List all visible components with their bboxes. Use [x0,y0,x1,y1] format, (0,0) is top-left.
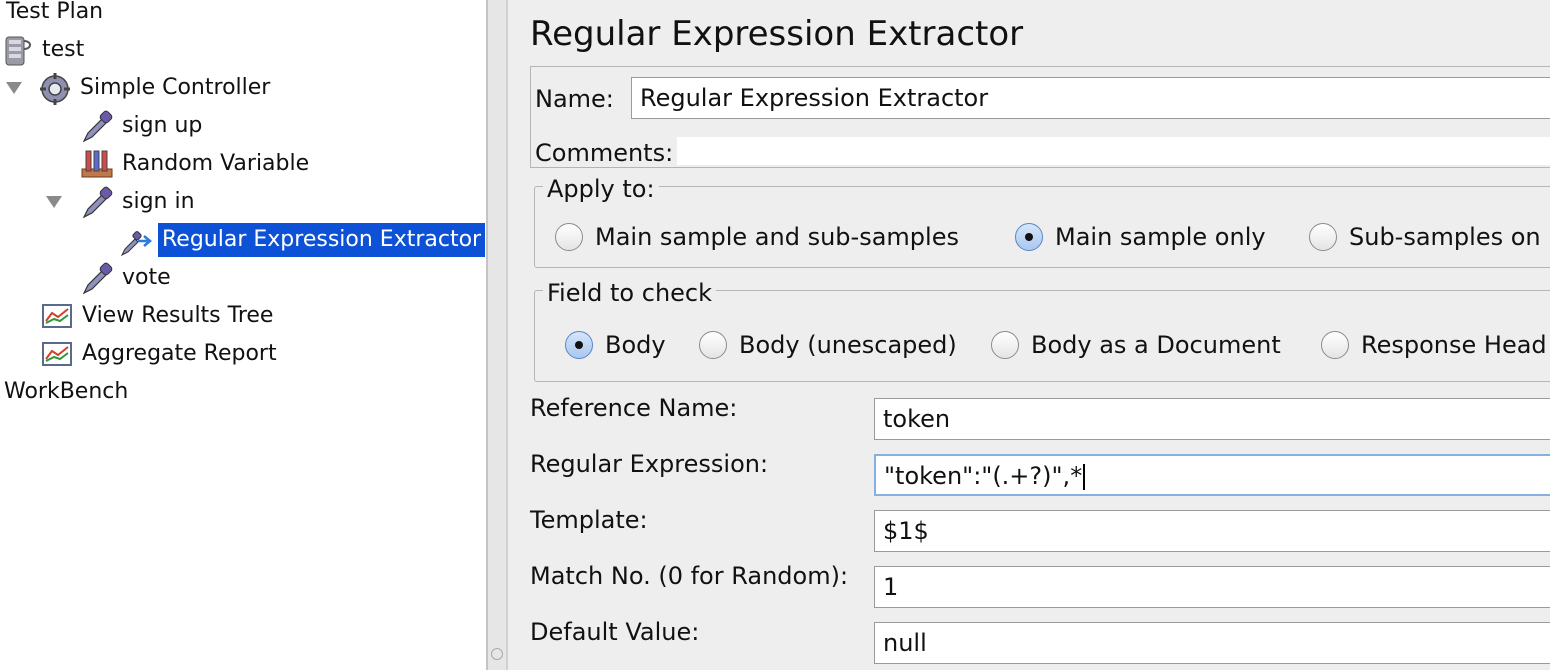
tree-item-label: Simple Controller [80,75,271,100]
tree-item-label: View Results Tree [82,303,274,328]
radio-button-selected-icon [565,331,593,359]
apply-main-only-radio[interactable]: Main sample only [1015,223,1266,251]
tree-item-test-plan[interactable]: Test Plan [2,0,107,30]
radio-label: Main sample only [1055,223,1266,251]
radio-label: Response Head [1361,331,1547,359]
match-no-field[interactable]: 1 [874,566,1550,608]
name-comments-group: Name: Regular Expression Extractor Comme… [530,66,1550,168]
tree-item-random-variable[interactable]: Random Variable [80,146,313,182]
extractor-config-panel: Regular Expression Extractor Name: Regul… [508,0,1550,670]
collapse-toggle-icon[interactable] [46,196,62,208]
field-response-headers-radio[interactable]: Response Head [1321,331,1547,359]
tree-item-label: Test Plan [6,0,104,24]
apply-to-legend: Apply to: [543,175,659,203]
field-body-radio[interactable]: Body [565,331,666,359]
comments-field[interactable] [677,137,1550,165]
tree-item-label: Random Variable [122,151,310,176]
field-to-check-group: Field to check Body Body (unescaped) Bod… [534,279,1550,382]
tree-item-simple-controller[interactable]: Simple Controller [38,70,274,106]
test-plan-tree[interactable]: Test Plan test Simple Controller sign up [0,0,486,670]
tree-item-workbench[interactable]: WorkBench [0,374,132,410]
regular-expression-field[interactable]: "token":"(.+?)",* [874,454,1550,496]
field-body-unescaped-radio[interactable]: Body (unescaped) [699,331,957,359]
radio-button-selected-icon [1015,223,1043,251]
tree-item-vote[interactable]: vote [80,260,175,296]
http-sampler-pipette-icon [82,110,113,143]
comments-label: Comments: [535,139,674,167]
tree-item-label: sign in [122,189,195,214]
tree-item-label: test [42,37,85,62]
field-to-check-legend: Field to check [543,279,717,307]
regular-expression-value: "token":"(.+?)",* [884,462,1083,490]
tree-item-regex-extractor[interactable]: Regular Expression Extractor [120,222,486,258]
radio-label: Body [605,331,666,359]
radio-button-icon [1321,331,1349,359]
split-pane-divider[interactable] [486,0,508,670]
field-body-as-document-radio[interactable]: Body as a Document [991,331,1281,359]
collapse-toggle-icon[interactable] [6,82,22,94]
tree-item-sign-in[interactable]: sign in [80,184,199,220]
tree-item-view-results-tree[interactable]: View Results Tree [40,298,277,334]
radio-button-icon [555,223,583,251]
divider-grip-icon[interactable] [491,648,503,660]
default-value-label: Default Value: [530,618,700,646]
tree-item-sign-up[interactable]: sign up [80,108,206,144]
panel-title: Regular Expression Extractor [530,14,1024,54]
tree-item-label: Aggregate Report [82,341,277,366]
text-caret [1083,464,1086,490]
listener-graph-icon [42,342,72,366]
radio-label: Sub-samples on [1349,223,1541,251]
name-field[interactable]: Regular Expression Extractor [631,77,1550,119]
tree-item-label: vote [122,265,171,290]
listener-graph-icon [42,304,72,328]
default-value-field[interactable]: null [874,622,1550,664]
match-no-label: Match No. (0 for Random): [530,562,849,590]
radio-button-icon [699,331,727,359]
template-field[interactable]: $1$ [874,510,1550,552]
http-sampler-pipette-icon [82,262,113,295]
apply-to-group: Apply to: Main sample and sub-samples Ma… [534,175,1550,268]
controller-gear-icon [40,73,70,105]
post-processor-icon [120,231,152,257]
apply-main-and-sub-radio[interactable]: Main sample and sub-samples [555,223,959,251]
tree-item-label: sign up [122,113,203,138]
tree-item-label: WorkBench [4,379,129,404]
radio-label: Main sample and sub-samples [595,223,959,251]
tree-item-label: Regular Expression Extractor [158,223,486,257]
reference-name-label: Reference Name: [530,394,738,422]
tree-item-aggregate-report[interactable]: Aggregate Report [40,336,281,372]
radio-button-icon [1309,223,1337,251]
template-label: Template: [530,506,648,534]
radio-button-icon [991,331,1019,359]
config-element-icon [81,150,113,178]
radio-label: Body (unescaped) [739,331,957,359]
regular-expression-label: Regular Expression: [530,450,769,478]
radio-label: Body as a Document [1031,331,1281,359]
http-sampler-pipette-icon [82,186,113,219]
tree-item-test[interactable]: test [0,32,88,68]
name-label: Name: [535,85,614,113]
reference-name-field[interactable]: token [874,398,1550,440]
apply-sub-only-radio[interactable]: Sub-samples on [1309,223,1541,251]
thread-group-icon [5,36,31,66]
